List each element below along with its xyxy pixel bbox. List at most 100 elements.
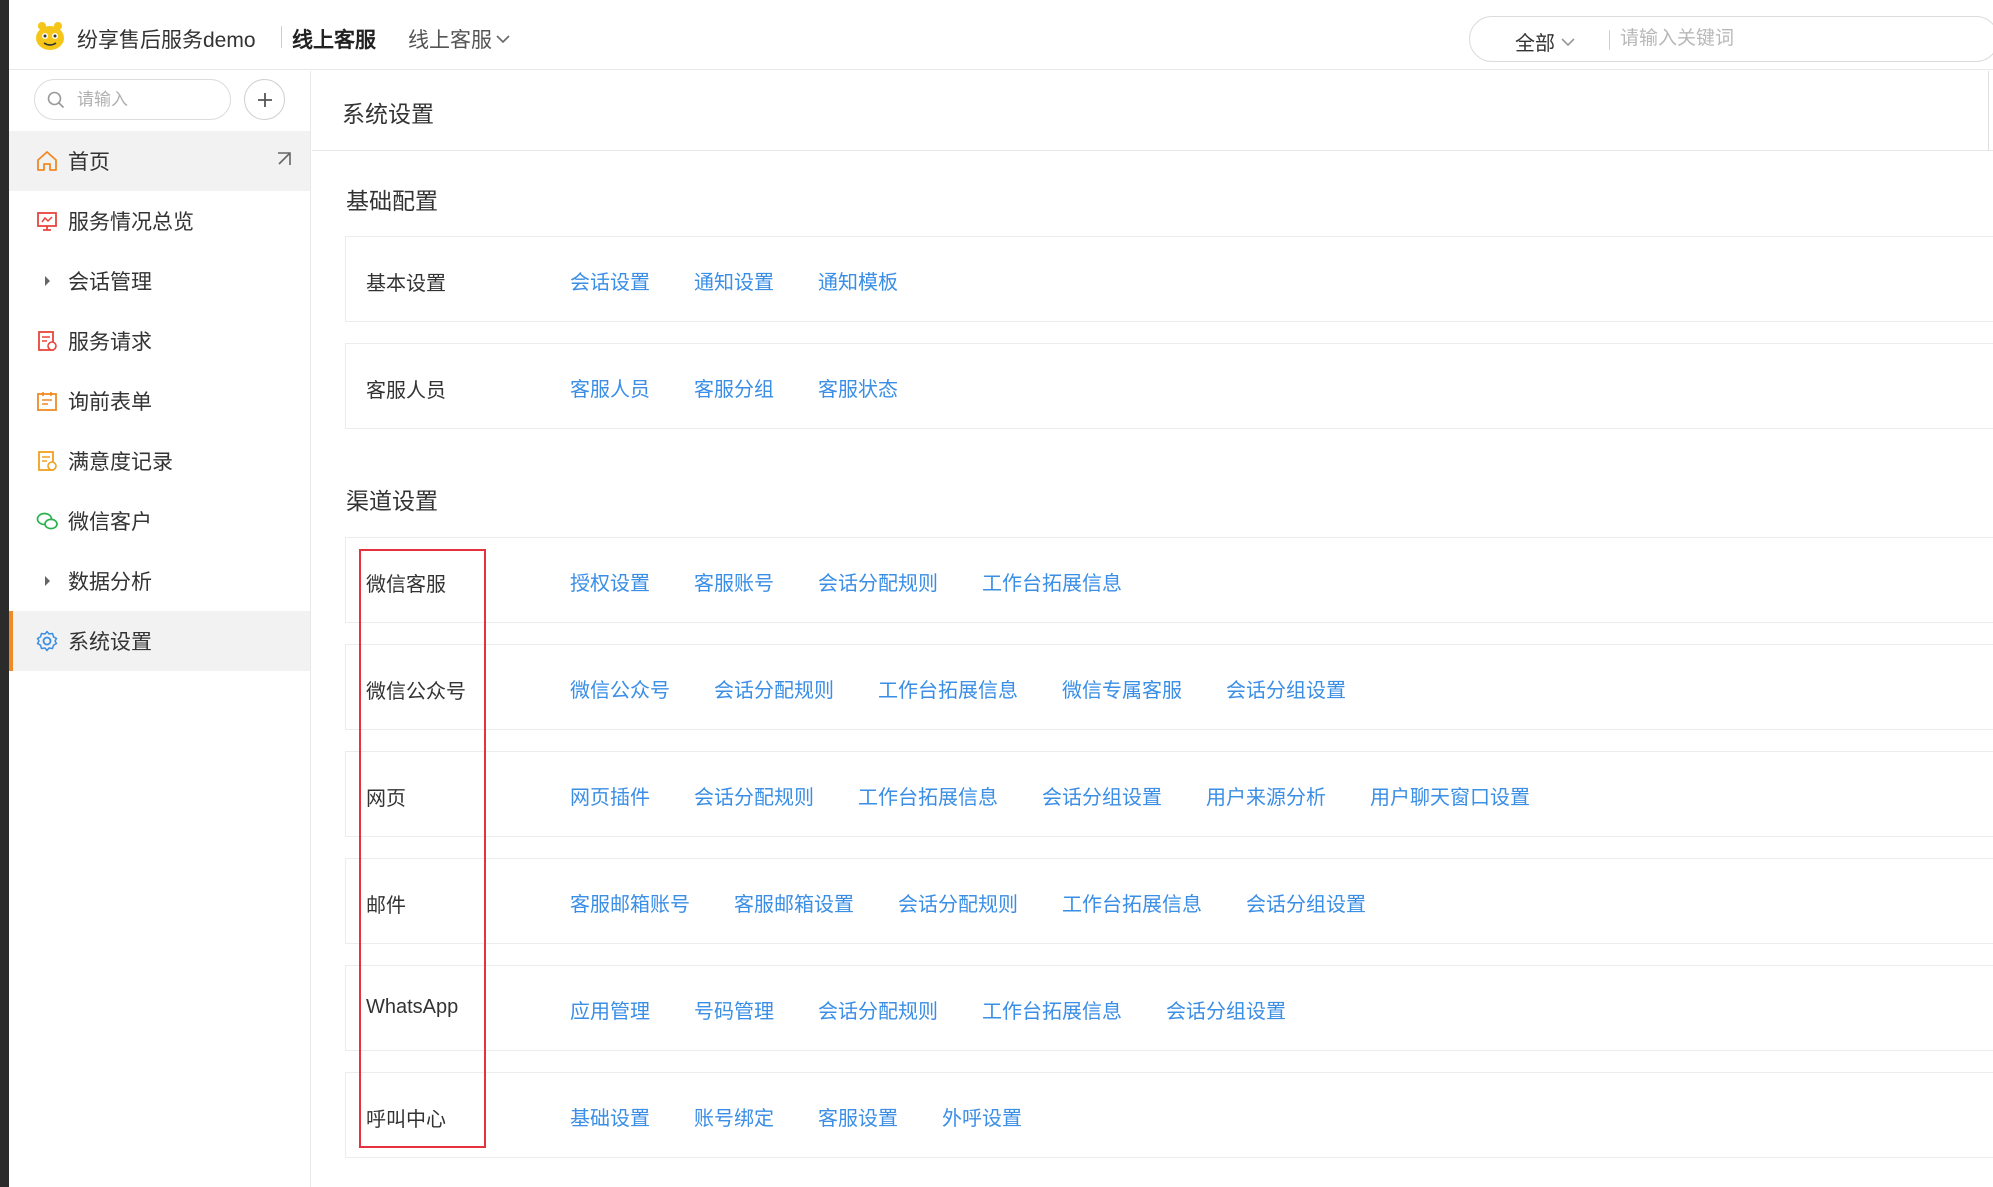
row-label: 微信公众号 (366, 681, 466, 703)
config-row-wechat-service: 微信客服 授权设置 客服账号 会话分配规则 工作台拓展信息 (345, 537, 1993, 623)
row-label: 基本设置 (366, 273, 446, 295)
row-label: 呼叫中心 (366, 1109, 446, 1131)
link-source-analysis[interactable]: 用户来源分析 (1206, 781, 1326, 810)
link-workbench-extension[interactable]: 工作台拓展信息 (1062, 888, 1202, 917)
link-notification-templates[interactable]: 通知模板 (818, 266, 898, 295)
link-app-management[interactable]: 应用管理 (570, 995, 650, 1024)
row-links: 基础设置 账号绑定 客服设置 外呼设置 (570, 1102, 1022, 1131)
link-workbench-extension[interactable]: 工作台拓展信息 (858, 781, 998, 810)
product-dropdown-label: 线上客服 (408, 29, 492, 52)
sidebar-item-analytics[interactable]: 数据分析 (9, 551, 310, 611)
sidebar-item-service-requests[interactable]: 服务请求 (9, 311, 310, 371)
home-icon (34, 148, 60, 174)
sidebar-item-overview[interactable]: 服务情况总览 (9, 191, 310, 251)
sidebar-item-satisfaction[interactable]: 满意度记录 (9, 431, 310, 491)
sidebar-item-label: 询前表单 (68, 391, 152, 414)
plus-icon (257, 92, 272, 107)
window-edge (0, 0, 9, 1187)
search-scope-label: 全部 (1515, 33, 1555, 55)
divider (1988, 71, 1989, 151)
link-auth-settings[interactable]: 授权设置 (570, 567, 650, 596)
global-search-input[interactable] (1620, 25, 1980, 53)
link-assignment-rules[interactable]: 会话分配规则 (714, 674, 834, 703)
link-service-accounts[interactable]: 客服账号 (694, 567, 774, 596)
link-basic-settings[interactable]: 基础设置 (570, 1102, 650, 1131)
monitor-icon (34, 208, 60, 234)
chevron-down-icon (1561, 37, 1575, 46)
product-name: 线上客服 (292, 29, 376, 52)
config-row-agents: 客服人员 客服人员 客服分组 客服状态 (345, 343, 1993, 429)
config-row-whatsapp: WhatsApp 应用管理 号码管理 会话分配规则 工作台拓展信息 会话分组设置 (345, 965, 1993, 1051)
link-mailbox-settings[interactable]: 客服邮箱设置 (734, 888, 854, 917)
wechat-icon (34, 508, 60, 534)
row-links: 会话设置 通知设置 通知模板 (570, 266, 898, 295)
link-mailbox-accounts[interactable]: 客服邮箱账号 (570, 888, 690, 917)
link-group-settings[interactable]: 会话分组设置 (1042, 781, 1162, 810)
divider (1609, 30, 1610, 50)
sidebar-item-label: 系统设置 (68, 631, 152, 654)
sidebar-item-conversations[interactable]: 会话管理 (9, 251, 310, 311)
search-scope-select[interactable]: 全部 (1515, 27, 1575, 56)
sidebar-item-pre-chat-form[interactable]: 询前表单 (9, 371, 310, 431)
config-row-wechat-official: 微信公众号 微信公众号 会话分配规则 工作台拓展信息 微信专属客服 会话分组设置 (345, 644, 1993, 730)
sidebar-item-label: 会话管理 (68, 271, 152, 294)
link-outbound-settings[interactable]: 外呼设置 (942, 1102, 1022, 1131)
sidebar-search-input[interactable] (77, 88, 217, 112)
sidebar-item-home[interactable]: 首页 (9, 131, 310, 191)
row-links: 网页插件 会话分配规则 工作台拓展信息 会话分组设置 用户来源分析 用户聊天窗口… (570, 781, 1530, 810)
gear-icon (34, 628, 60, 654)
search-icon (47, 91, 65, 109)
link-assignment-rules[interactable]: 会话分配规则 (694, 781, 814, 810)
top-bar: 纷享售后服务demo 线上客服 线上客服 全部 (9, 0, 1993, 70)
link-group-settings[interactable]: 会话分组设置 (1226, 674, 1346, 703)
config-row-call-center: 呼叫中心 基础设置 账号绑定 客服设置 外呼设置 (345, 1072, 1993, 1158)
link-dedicated-agent[interactable]: 微信专属客服 (1062, 674, 1182, 703)
page-title: 系统设置 (342, 101, 434, 127)
brand-name[interactable]: 纷享售后服务demo (77, 24, 256, 54)
caret-right-icon (34, 568, 60, 594)
link-number-management[interactable]: 号码管理 (694, 995, 774, 1024)
link-chat-window-settings[interactable]: 用户聊天窗口设置 (1370, 781, 1530, 810)
sidebar: 首页 服务情况总览 会话管理 服务请求 询 (9, 71, 311, 1187)
caret-right-icon (34, 268, 60, 294)
row-links: 客服人员 客服分组 客服状态 (570, 373, 898, 402)
link-session-settings[interactable]: 会话设置 (570, 266, 650, 295)
page-header: 系统设置 (312, 71, 1993, 151)
sidebar-item-settings[interactable]: 系统设置 (9, 611, 310, 671)
link-agent-status[interactable]: 客服状态 (818, 373, 898, 402)
link-assignment-rules[interactable]: 会话分配规则 (898, 888, 1018, 917)
link-assignment-rules[interactable]: 会话分配规则 (818, 995, 938, 1024)
sidebar-item-label: 服务请求 (68, 331, 152, 354)
sidebar-search (34, 79, 231, 120)
config-row-web: 网页 网页插件 会话分配规则 工作台拓展信息 会话分组设置 用户来源分析 用户聊… (345, 751, 1993, 837)
row-label: WhatsApp (366, 996, 459, 1018)
link-workbench-extension[interactable]: 工作台拓展信息 (982, 567, 1122, 596)
link-workbench-extension[interactable]: 工作台拓展信息 (982, 995, 1122, 1024)
link-workbench-extension[interactable]: 工作台拓展信息 (878, 674, 1018, 703)
sidebar-item-label: 首页 (68, 151, 110, 174)
link-notification-settings[interactable]: 通知设置 (694, 266, 774, 295)
link-agents[interactable]: 客服人员 (570, 373, 650, 402)
link-web-plugin[interactable]: 网页插件 (570, 781, 650, 810)
section-title-basic: 基础配置 (346, 188, 438, 214)
sidebar-item-label: 微信客户 (68, 511, 152, 534)
link-account-binding[interactable]: 账号绑定 (694, 1102, 774, 1131)
link-group-settings[interactable]: 会话分组设置 (1246, 888, 1366, 917)
open-arrow-icon[interactable] (274, 149, 294, 175)
link-assignment-rules[interactable]: 会话分配规则 (818, 567, 938, 596)
link-group-settings[interactable]: 会话分组设置 (1166, 995, 1286, 1024)
chevron-down-icon (496, 35, 510, 44)
app-logo-icon[interactable] (33, 20, 67, 52)
form-icon (34, 388, 60, 414)
sidebar-item-wechat-customers[interactable]: 微信客户 (9, 491, 310, 551)
link-agent-groups[interactable]: 客服分组 (694, 373, 774, 402)
sidebar-menu: 首页 服务情况总览 会话管理 服务请求 询前表单 满意度记录 微信客户 数据分析… (9, 131, 310, 671)
global-search: 全部 (1469, 16, 1993, 62)
link-official-account[interactable]: 微信公众号 (570, 674, 670, 703)
main-content: 系统设置 基础配置 基本设置 会话设置 通知设置 通知模板 客服人员 客服人员 … (312, 71, 1993, 1187)
product-dropdown[interactable]: 线上客服 (408, 24, 510, 54)
add-button[interactable] (244, 79, 285, 120)
survey-icon (34, 448, 60, 474)
link-agent-settings[interactable]: 客服设置 (818, 1102, 898, 1131)
row-links: 客服邮箱账号 客服邮箱设置 会话分配规则 工作台拓展信息 会话分组设置 (570, 888, 1366, 917)
